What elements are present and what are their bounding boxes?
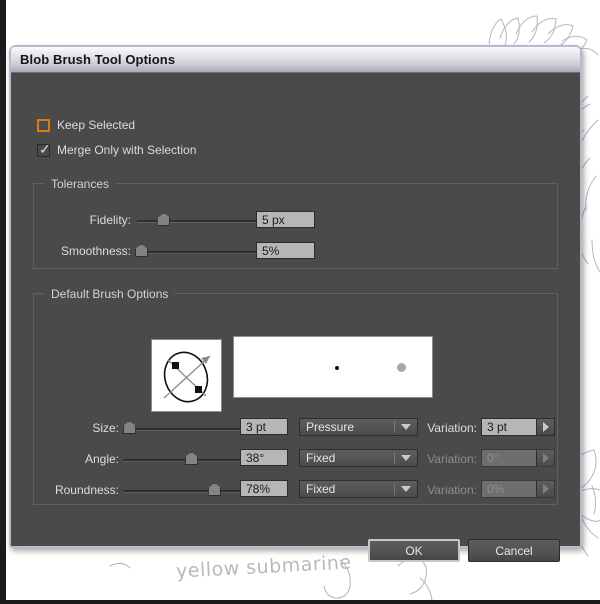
smoothness-label: Smoothness: (60, 244, 131, 258)
dropdown-separator (394, 483, 395, 495)
angle-label: Angle: (84, 452, 119, 466)
handwriting-note: yellow submarine (175, 551, 353, 583)
ellipse-rotation-handles-icon[interactable] (151, 339, 222, 412)
dialog-titlebar[interactable]: Blob Brush Tool Options (11, 47, 580, 73)
chevron-down-icon (401, 424, 411, 430)
angle-slider-thumb[interactable] (184, 452, 198, 465)
angle-mode-value: Fixed (306, 451, 336, 465)
brush-stroke-preview (233, 336, 433, 398)
checkbox-keep-selected-label: Keep Selected (57, 118, 136, 132)
size-mode-dropdown[interactable]: Pressure (299, 418, 418, 436)
angle-variation-stepper: 0° (481, 449, 555, 467)
preview-dot-large (397, 363, 406, 372)
angle-variation-arrow-icon (536, 450, 554, 466)
angle-slider-track[interactable] (123, 459, 240, 462)
size-label: Size: (92, 421, 119, 435)
chevron-down-icon (401, 486, 411, 492)
roundness-value-field[interactable]: 78% (240, 480, 288, 497)
document-frame-left (0, 0, 6, 604)
angle-mode-dropdown[interactable]: Fixed (299, 449, 418, 467)
default-brush-options-group-title: Default Brush Options (45, 287, 175, 301)
checkbox-checked-icon[interactable]: ✓ (37, 140, 51, 157)
fidelity-label: Fidelity: (89, 213, 131, 227)
checkbox-keep-selected[interactable]: Keep Selected (37, 118, 135, 132)
roundness-mode-dropdown[interactable]: Fixed (299, 480, 418, 498)
tolerances-group-title: Tolerances (45, 177, 116, 191)
fidelity-slider-thumb[interactable] (157, 213, 171, 226)
size-variation-label: Variation: (427, 421, 477, 435)
size-value-field[interactable]: 3 pt (240, 418, 288, 435)
size-slider-track[interactable] (123, 428, 240, 431)
angle-value-field[interactable]: 38° (240, 449, 288, 466)
smoothness-slider-thumb[interactable] (134, 244, 148, 257)
angle-variation-label: Variation: (427, 452, 477, 466)
roundness-label: Roundness: (54, 483, 119, 497)
ok-button[interactable]: OK (368, 539, 460, 562)
size-variation-stepper[interactable]: 3 pt (481, 418, 555, 436)
document-frame-bottom (0, 600, 600, 604)
dialog-body: Keep Selected ✓ Merge Only with Selectio… (11, 73, 580, 562)
size-variation-value[interactable]: 3 pt (482, 420, 536, 434)
checkbox-merge-only-label: Merge Only with Selection (57, 143, 197, 157)
checkbox-merge-only-with-selection[interactable]: ✓ Merge Only with Selection (37, 140, 197, 157)
roundness-slider-thumb[interactable] (208, 483, 222, 496)
dropdown-separator (394, 452, 395, 464)
screen: yellow submarine Blob Brush Tool Options… (0, 0, 600, 604)
roundness-variation-arrow-icon (536, 481, 554, 497)
default-brush-options-group: Default Brush Options (33, 287, 558, 505)
size-slider-thumb[interactable] (122, 421, 136, 434)
chevron-down-icon (401, 455, 411, 461)
fidelity-slider[interactable] (137, 212, 269, 226)
smoothness-slider[interactable] (134, 243, 269, 257)
dialog-title: Blob Brush Tool Options (20, 52, 176, 67)
roundness-variation-stepper: 0% (481, 480, 555, 498)
dropdown-separator (394, 421, 395, 433)
roundness-variation-label: Variation: (427, 483, 477, 497)
roundness-variation-value: 0% (487, 482, 505, 496)
size-variation-arrow-icon[interactable] (536, 419, 554, 435)
smoothness-value-field[interactable]: 5% (256, 242, 315, 259)
blob-brush-tool-options-dialog: Blob Brush Tool Options Keep Selected ✓ … (9, 45, 582, 562)
preview-dot-small (335, 366, 339, 370)
size-mode-value: Pressure (306, 420, 355, 434)
angle-slider[interactable] (123, 451, 240, 465)
roundness-mode-value: Fixed (306, 482, 336, 496)
checkmark-icon: ✓ (39, 140, 51, 157)
roundness-slider[interactable] (123, 482, 240, 496)
smoothness-slider-track[interactable] (137, 251, 269, 254)
fidelity-value-field[interactable]: 5 px (256, 211, 315, 228)
size-slider[interactable] (122, 420, 240, 434)
roundness-slider-track[interactable] (123, 490, 240, 493)
checkbox-empty-icon[interactable] (37, 118, 50, 132)
fidelity-slider-track[interactable] (137, 220, 269, 223)
cancel-button[interactable]: Cancel (468, 539, 560, 562)
angle-variation-value: 0° (487, 451, 499, 465)
